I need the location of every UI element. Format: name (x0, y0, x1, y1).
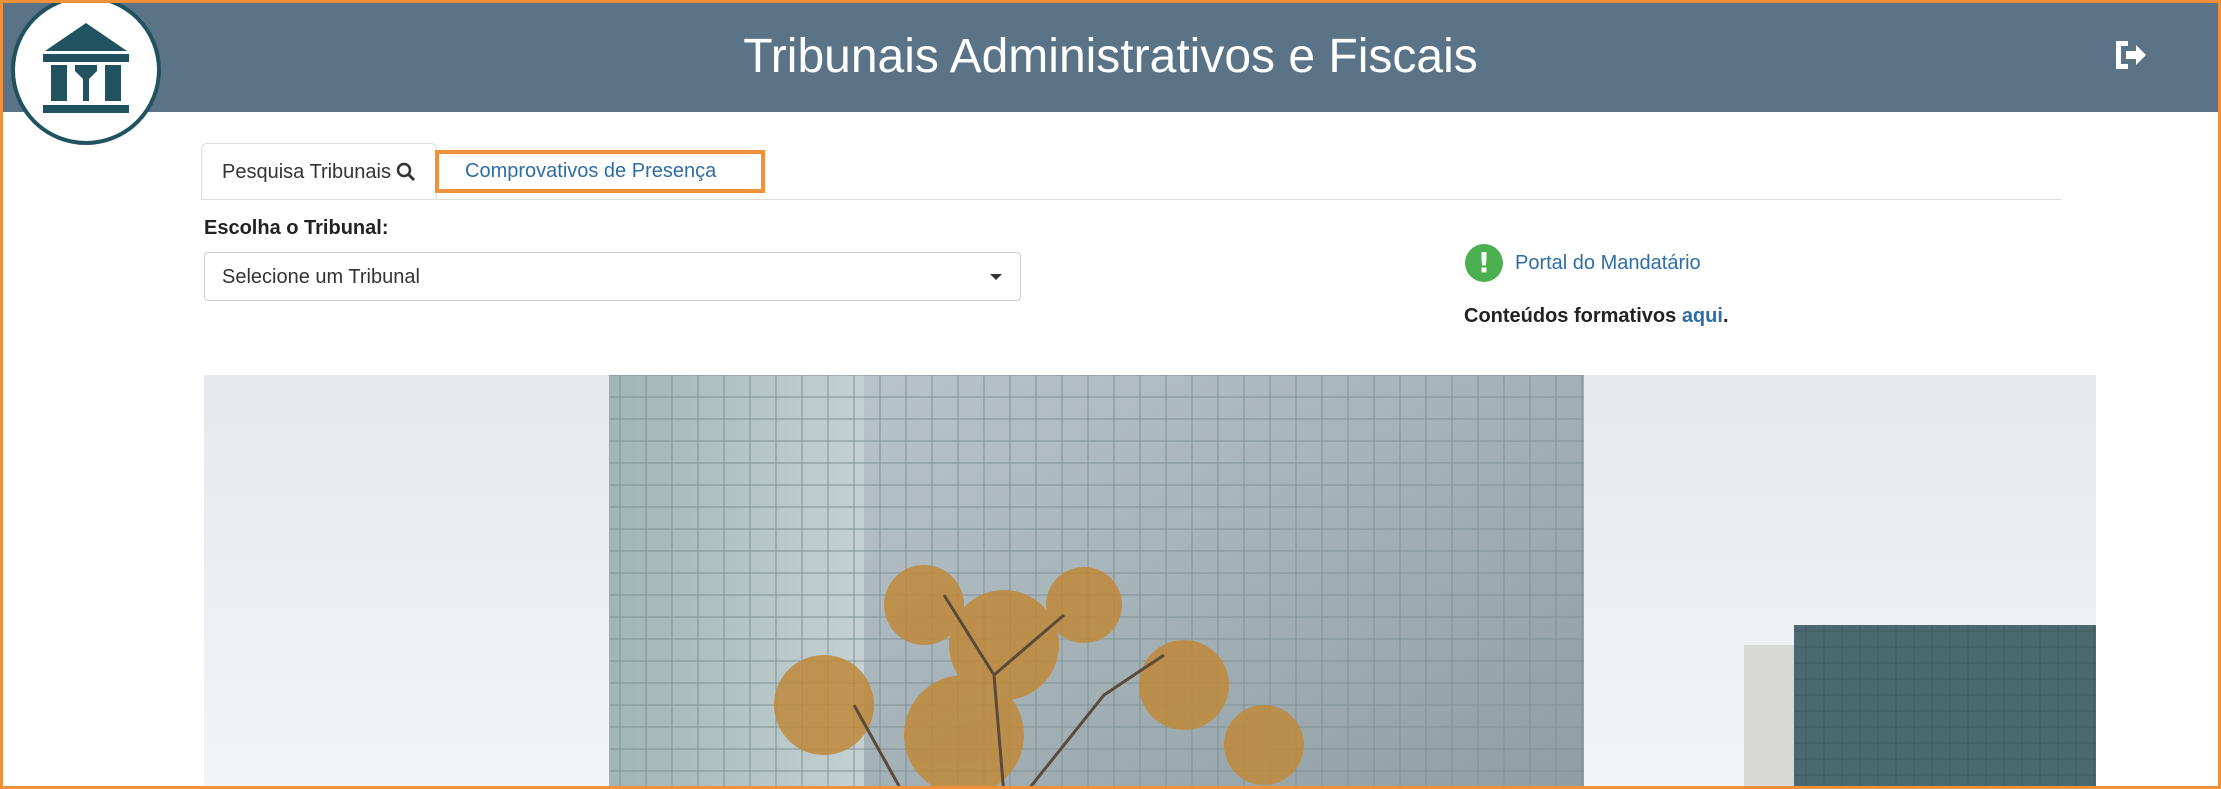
hero-image (204, 375, 2096, 786)
conteudos-formativos: Conteúdos formativos aqui. (1464, 305, 1729, 328)
header-bar: Tribunais Administrativos e Fiscais (3, 3, 2218, 112)
page-title: Tribunais Administrativos e Fiscais (743, 30, 1478, 83)
caret-down-icon (990, 274, 1002, 280)
tab-comprovativos-presenca[interactable]: Comprovativos de Presença (437, 143, 767, 199)
courthouse-logo[interactable] (11, 3, 161, 145)
app-frame: Tribunais Administrativos e Fiscais Pesq… (0, 0, 2221, 789)
portal-mandatario-link[interactable]: Portal do Mandatário (1515, 252, 1701, 275)
formativos-text: Conteúdos formativos (1464, 305, 1677, 327)
tab-bar: Pesquisa Tribunais Comprovativos de Pres… (201, 143, 2061, 200)
exclamation-icon: ! (1465, 244, 1503, 282)
formativos-period: . (1722, 305, 1729, 327)
sign-out-icon[interactable] (2110, 35, 2150, 75)
tab-pesquisa-tribunais[interactable]: Pesquisa Tribunais (201, 143, 437, 199)
tab-pesquisa-label: Pesquisa Tribunais (222, 161, 391, 183)
aqui-link[interactable]: aqui (1682, 305, 1723, 327)
tribunal-select-value: Selecione um Tribunal (222, 266, 420, 288)
tab-comprovativos-label: Comprovativos de Presença (465, 160, 717, 182)
search-icon (396, 162, 416, 182)
tribunal-label: Escolha o Tribunal: (204, 217, 389, 239)
tribunal-select[interactable]: Selecione um Tribunal (204, 252, 1021, 301)
